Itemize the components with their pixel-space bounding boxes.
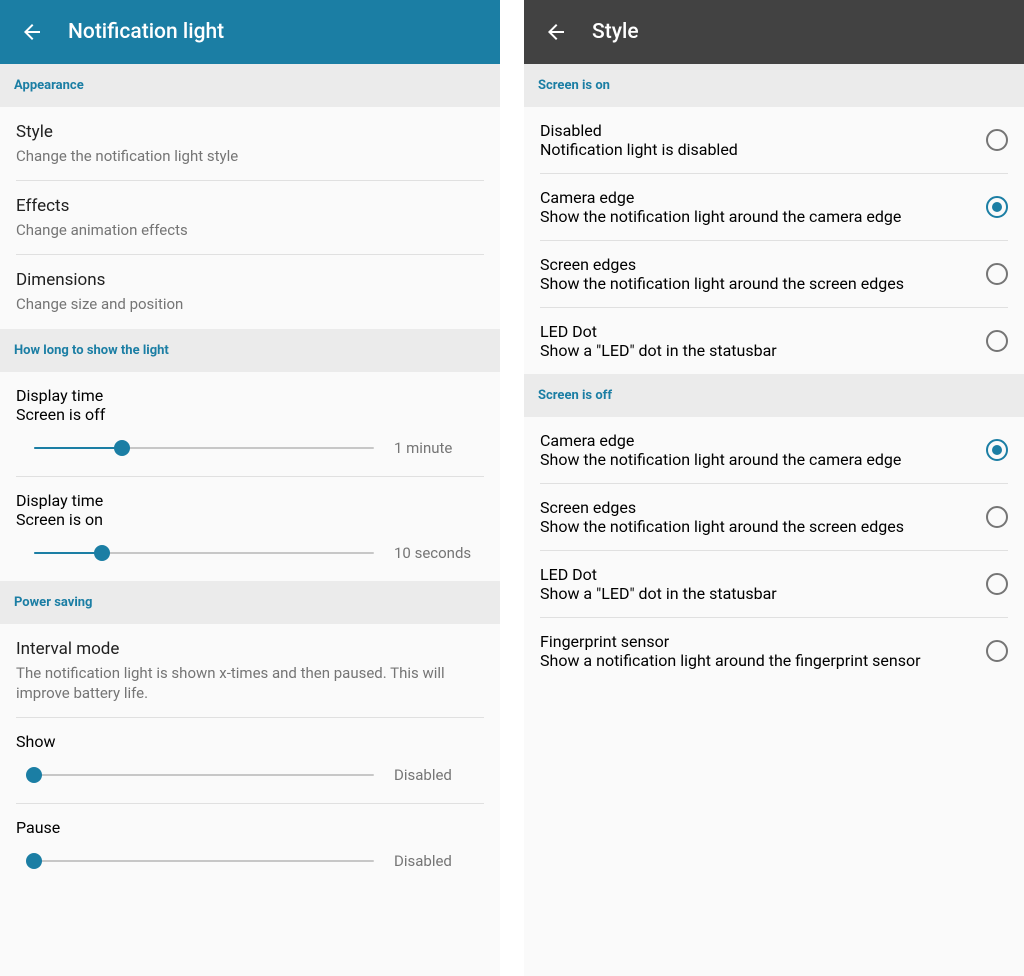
radio-title: Camera edge (540, 188, 974, 207)
slider-display-on[interactable] (34, 543, 374, 563)
radio-indicator[interactable] (986, 196, 1008, 218)
radio-subtitle: Show the notification light around the s… (540, 274, 974, 293)
radio-indicator[interactable] (986, 330, 1008, 352)
item-style[interactable]: Style Change the notification light styl… (0, 107, 500, 180)
arrow-back-icon (544, 20, 568, 44)
radio-option[interactable]: DisabledNotification light is disabled (524, 107, 1024, 173)
item-title: Display time (16, 491, 484, 510)
section-header-appearance: Appearance (0, 64, 500, 107)
slider-value-label: 1 minute (394, 439, 484, 457)
radio-group-screen-on: DisabledNotification light is disabledCa… (524, 107, 1024, 374)
radio-subtitle: Show a notification light around the fin… (540, 651, 974, 670)
slider-value-label: Disabled (394, 766, 484, 784)
radio-title: Camera edge (540, 431, 974, 450)
item-show[interactable]: Show Disabled (0, 718, 500, 803)
radio-option[interactable]: Screen edgesShow the notification light … (524, 484, 1024, 550)
radio-subtitle: Show the notification light around the c… (540, 450, 974, 469)
radio-option[interactable]: Fingerprint sensorShow a notification li… (524, 618, 1024, 684)
item-subtitle: The notification light is shown x-times … (16, 663, 484, 704)
item-subtitle: Change size and position (16, 294, 484, 314)
item-title: Show (16, 732, 484, 751)
item-pause[interactable]: Pause Disabled (0, 804, 500, 889)
radio-title: Screen edges (540, 255, 974, 274)
appbar-title: Style (592, 20, 639, 44)
slider-pause[interactable] (34, 851, 374, 871)
list-appearance: Style Change the notification light styl… (0, 107, 500, 329)
radio-title: LED Dot (540, 322, 974, 341)
item-effects[interactable]: Effects Change animation effects (0, 181, 500, 254)
radio-subtitle: Show the notification light around the c… (540, 207, 974, 226)
radio-subtitle: Show a "LED" dot in the statusbar (540, 584, 974, 603)
item-interval-mode[interactable]: Interval mode The notification light is … (0, 624, 500, 717)
slider-value-label: Disabled (394, 852, 484, 870)
slider-display-off[interactable] (34, 438, 374, 458)
section-header-power: Power saving (0, 581, 500, 624)
radio-indicator[interactable] (986, 640, 1008, 662)
item-title: Interval mode (16, 638, 484, 661)
arrow-back-icon (20, 20, 44, 44)
radio-subtitle: Show the notification light around the s… (540, 517, 974, 536)
radio-option[interactable]: Camera edgeShow the notification light a… (524, 174, 1024, 240)
slider-value-label: 10 seconds (394, 544, 484, 562)
item-display-time-on[interactable]: Display time Screen is on 10 seconds (0, 477, 500, 581)
item-subtitle: Change the notification light style (16, 146, 484, 166)
radio-subtitle: Notification light is disabled (540, 140, 974, 159)
radio-option[interactable]: LED DotShow a "LED" dot in the statusbar (524, 308, 1024, 374)
item-display-time-off[interactable]: Display time Screen is off 1 minute (0, 372, 500, 476)
radio-indicator[interactable] (986, 129, 1008, 151)
radio-option[interactable]: Screen edgesShow the notification light … (524, 241, 1024, 307)
item-subtitle: Screen is off (16, 405, 484, 424)
item-dimensions[interactable]: Dimensions Change size and position (0, 255, 500, 328)
pane-gap (500, 0, 524, 976)
back-button[interactable] (12, 12, 52, 52)
pane-notification-light: Notification light Appearance Style Chan… (0, 0, 500, 976)
radio-group-screen-off: Camera edgeShow the notification light a… (524, 417, 1024, 684)
section-header-screen-off: Screen is off (524, 374, 1024, 417)
item-title: Style (16, 121, 484, 144)
radio-subtitle: Show a "LED" dot in the statusbar (540, 341, 974, 360)
radio-title: Disabled (540, 121, 974, 140)
radio-title: Fingerprint sensor (540, 632, 974, 651)
radio-title: Screen edges (540, 498, 974, 517)
radio-indicator[interactable] (986, 573, 1008, 595)
radio-option[interactable]: Camera edgeShow the notification light a… (524, 417, 1024, 483)
list-power: Interval mode The notification light is … (0, 624, 500, 889)
section-header-duration: How long to show the light (0, 329, 500, 372)
item-subtitle: Change animation effects (16, 220, 484, 240)
item-title: Effects (16, 195, 484, 218)
radio-title: LED Dot (540, 565, 974, 584)
radio-option[interactable]: LED DotShow a "LED" dot in the statusbar (524, 551, 1024, 617)
radio-indicator[interactable] (986, 439, 1008, 461)
list-duration: Display time Screen is off 1 minute Disp… (0, 372, 500, 581)
slider-show[interactable] (34, 765, 374, 785)
item-title: Pause (16, 818, 484, 837)
item-title: Display time (16, 386, 484, 405)
item-subtitle: Screen is on (16, 510, 484, 529)
appbar-style: Style (524, 0, 1024, 64)
appbar-title: Notification light (68, 20, 224, 44)
section-header-screen-on: Screen is on (524, 64, 1024, 107)
appbar-notification-light: Notification light (0, 0, 500, 64)
radio-indicator[interactable] (986, 506, 1008, 528)
back-button[interactable] (536, 12, 576, 52)
radio-indicator[interactable] (986, 263, 1008, 285)
item-title: Dimensions (16, 269, 484, 292)
pane-style: Style Screen is on DisabledNotification … (524, 0, 1024, 976)
